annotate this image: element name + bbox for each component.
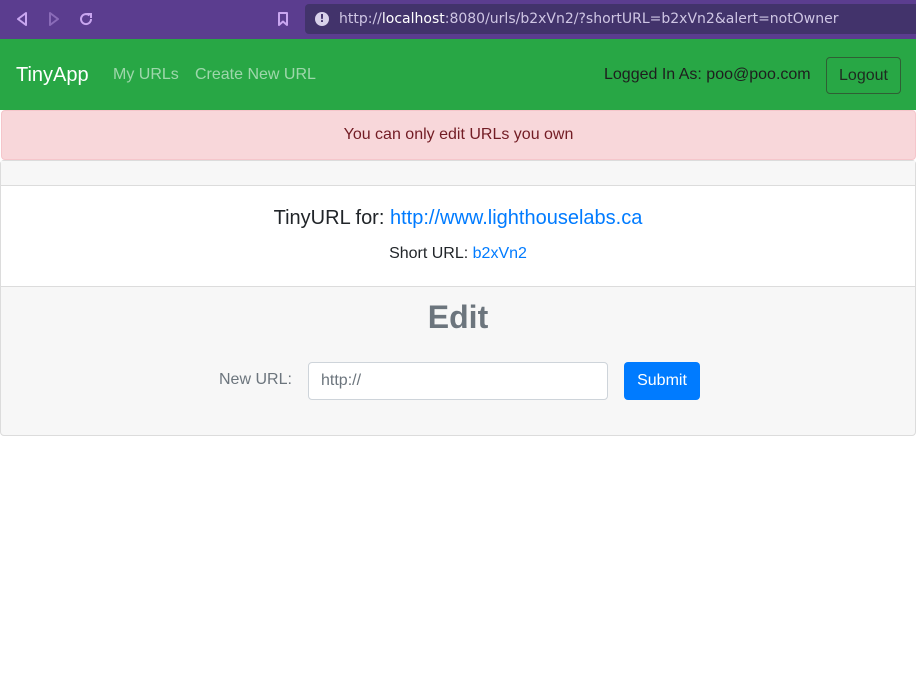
edit-heading: Edit xyxy=(427,299,489,335)
logged-in-text: Logged In As: poo@poo.com xyxy=(604,66,811,83)
reload-icon[interactable] xyxy=(76,9,96,29)
short-url-label: Short URL: xyxy=(389,245,469,262)
short-url-link[interactable]: b2xVn2 xyxy=(473,245,527,262)
nav-my-urls[interactable]: My URLs xyxy=(113,66,179,84)
info-icon[interactable]: ! xyxy=(315,12,329,26)
brand-link[interactable]: TinyApp xyxy=(16,64,89,87)
submit-button[interactable]: Submit xyxy=(624,362,700,400)
forward-icon[interactable] xyxy=(44,9,64,29)
new-url-input[interactable] xyxy=(308,362,608,400)
short-url-line: Short URL: b2xVn2 xyxy=(1,245,915,263)
back-icon[interactable] xyxy=(12,9,32,29)
new-url-label: New URL: xyxy=(219,371,292,388)
bookmark-icon[interactable] xyxy=(273,9,293,29)
alert-banner: You can only edit URLs you own xyxy=(1,110,916,160)
logout-button[interactable]: Logout xyxy=(826,57,901,94)
address-text: http://localhost:8080/urls/b2xVn2/?short… xyxy=(339,11,839,27)
card-body: TinyURL for: http://www.lighthouselabs.c… xyxy=(1,186,915,287)
app-navbar: TinyApp My URLs Create New URL Logged In… xyxy=(0,39,916,110)
tinyurl-label: TinyURL for: xyxy=(273,207,385,229)
browser-toolbar: ! http://localhost:8080/urls/b2xVn2/?sho… xyxy=(0,0,916,39)
address-bar[interactable]: ! http://localhost:8080/urls/b2xVn2/?sho… xyxy=(305,4,916,34)
alert-message: You can only edit URLs you own xyxy=(343,126,574,143)
tinyurl-line: TinyURL for: http://www.lighthouselabs.c… xyxy=(1,207,915,230)
long-url-link[interactable]: http://www.lighthouselabs.ca xyxy=(390,207,642,229)
card-header xyxy=(1,161,915,186)
url-card: TinyURL for: http://www.lighthouselabs.c… xyxy=(0,160,916,436)
nav-create-url[interactable]: Create New URL xyxy=(195,66,316,84)
